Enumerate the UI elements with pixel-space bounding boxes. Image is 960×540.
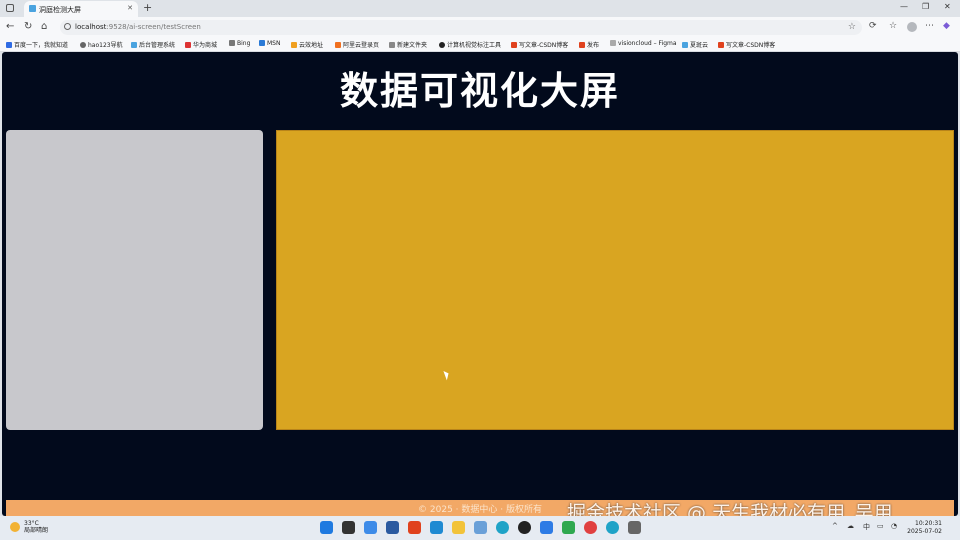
bookmark-item[interactable]: 发布 bbox=[579, 40, 599, 49]
huawei-icon bbox=[185, 42, 191, 48]
bookmark-icon bbox=[682, 42, 688, 48]
weather-widget[interactable]: 33°C 局部晴朗 bbox=[10, 520, 48, 534]
app-icon[interactable] bbox=[562, 521, 575, 534]
bookmark-item[interactable]: 新建文件夹 bbox=[389, 40, 427, 49]
url-field[interactable]: localhost:9528/ai-screen/testScreen ☆ bbox=[60, 20, 862, 35]
tray-expand-icon[interactable]: ^ bbox=[832, 522, 838, 530]
tab-strip: 洞庭检测大屏 ✕ + — ❐ ✕ bbox=[0, 0, 960, 17]
vscode-icon[interactable] bbox=[430, 521, 443, 534]
restore-icon[interactable]: ❐ bbox=[922, 2, 929, 11]
minimize-icon[interactable]: — bbox=[900, 2, 908, 11]
bookmark-icon bbox=[335, 42, 341, 48]
bookmark-item[interactable]: hao123导航 bbox=[80, 40, 123, 49]
bookmark-icon bbox=[291, 42, 297, 48]
bookmark-item[interactable]: 后台管理系统 bbox=[131, 40, 175, 49]
clock[interactable]: 10:20:31 2025-07-02 bbox=[907, 520, 942, 536]
network-icon[interactable]: ◔ bbox=[891, 522, 897, 530]
globe-icon bbox=[80, 42, 86, 48]
bookmark-item[interactable]: visioncloud – Figma bbox=[610, 40, 677, 47]
search-icon bbox=[229, 40, 235, 46]
sun-icon bbox=[10, 522, 20, 532]
bookmark-item[interactable]: 夏斑云 bbox=[682, 40, 708, 49]
csdn-icon bbox=[511, 42, 517, 48]
browser-tab[interactable]: 洞庭检测大屏 ✕ bbox=[24, 1, 138, 17]
edge-icon[interactable] bbox=[496, 521, 509, 534]
bookmark-icon bbox=[610, 40, 616, 46]
tab-close-icon[interactable]: ✕ bbox=[127, 4, 133, 12]
copilot-icon[interactable]: ◆ bbox=[943, 21, 950, 31]
cloud-icon[interactable]: ☁ bbox=[847, 522, 854, 530]
tab-actions-icon[interactable] bbox=[6, 4, 14, 12]
refresh-icon[interactable]: ↻ bbox=[24, 21, 32, 32]
wps-icon[interactable] bbox=[408, 521, 421, 534]
app-icon[interactable] bbox=[386, 521, 399, 534]
address-bar-row: ← ↻ ⌂ localhost:9528/ai-screen/testScree… bbox=[0, 17, 960, 37]
app-icon[interactable] bbox=[540, 521, 553, 534]
more-menu-icon[interactable]: ⋯ bbox=[925, 21, 934, 31]
footer-text: © 2025 · 数据中心 · 版权所有 bbox=[418, 505, 542, 515]
bookmark-icon bbox=[6, 42, 12, 48]
weather-temp: 33°C bbox=[24, 520, 39, 527]
app-icon[interactable] bbox=[474, 521, 487, 534]
task-view-icon[interactable] bbox=[342, 521, 355, 534]
site-info-icon[interactable] bbox=[64, 23, 71, 30]
bookmark-item[interactable]: 百度一下，我就知道 bbox=[6, 40, 68, 49]
file-explorer-icon[interactable] bbox=[452, 521, 465, 534]
folder-icon bbox=[389, 42, 395, 48]
page-title: 数据可视化大屏 bbox=[339, 69, 620, 113]
bookmarks-bar: 百度一下，我就知道 hao123导航 后台管理系统 华为商城 Bing MSN … bbox=[0, 37, 960, 52]
profile-avatar[interactable] bbox=[907, 22, 917, 32]
favorites-icon[interactable]: ☆ bbox=[889, 21, 897, 31]
bookmark-item[interactable]: 云效地址 bbox=[291, 40, 323, 49]
csdn-icon bbox=[718, 42, 724, 48]
page-viewport: 数据可视化大屏 © 2025 · 数据中心 · 版权所有 bbox=[2, 52, 958, 516]
bookmark-item[interactable]: 阿里云登录页 bbox=[335, 40, 379, 49]
bookmark-item[interactable]: 写文章-CSDN博客 bbox=[718, 40, 775, 49]
tab-title: 洞庭检测大屏 bbox=[39, 6, 81, 14]
bookmark-item[interactable]: 华为商城 bbox=[185, 40, 217, 49]
url-path: :9528/ai-screen/testScreen bbox=[106, 23, 201, 31]
left-panel bbox=[6, 130, 263, 430]
bookmark-item[interactable]: Bing bbox=[229, 40, 250, 47]
chrome-icon[interactable] bbox=[584, 521, 597, 534]
ime-indicator[interactable]: 中 bbox=[863, 522, 870, 532]
clock-time: 10:20:31 bbox=[915, 520, 942, 527]
bookmark-icon bbox=[131, 42, 137, 48]
bookmark-item[interactable]: MSN bbox=[259, 40, 280, 47]
clock-date: 2025-07-02 bbox=[907, 528, 942, 535]
tab-favicon-icon bbox=[29, 5, 36, 12]
battery-icon[interactable]: ▭ bbox=[877, 522, 884, 530]
app-icon[interactable] bbox=[628, 521, 641, 534]
home-icon[interactable]: ⌂ bbox=[41, 21, 47, 32]
csdn-icon bbox=[579, 42, 585, 48]
edge-icon[interactable] bbox=[606, 521, 619, 534]
app-icon[interactable] bbox=[364, 521, 377, 534]
back-icon[interactable]: ← bbox=[6, 21, 14, 32]
favorite-star-icon[interactable]: ☆ bbox=[848, 22, 856, 32]
url-host: localhost bbox=[75, 23, 107, 31]
extensions-icon[interactable]: ⟳ bbox=[869, 21, 877, 31]
new-tab-icon[interactable]: + bbox=[143, 1, 152, 14]
msn-icon bbox=[259, 40, 265, 46]
bookmark-item[interactable]: 写文章-CSDN博客 bbox=[511, 40, 568, 49]
qq-icon[interactable] bbox=[518, 521, 531, 534]
weather-desc: 局部晴朗 bbox=[24, 527, 49, 534]
close-window-icon[interactable]: ✕ bbox=[944, 2, 951, 11]
bookmark-icon bbox=[439, 42, 445, 48]
taskbar: 33°C 局部晴朗 ^ ☁ 中 ▭ ◔ 10:20:31 2025-07-02 bbox=[0, 516, 960, 540]
start-icon[interactable] bbox=[320, 521, 333, 534]
main-panel bbox=[276, 130, 954, 430]
bookmark-item[interactable]: 计算机视觉标注工具 bbox=[439, 40, 501, 49]
